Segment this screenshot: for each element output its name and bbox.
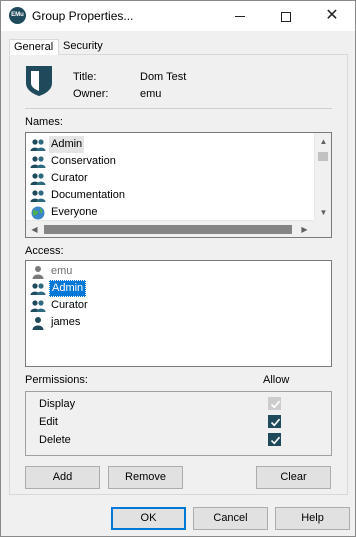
check-icon <box>270 436 281 445</box>
allow-column-header: Allow <box>263 374 290 386</box>
globe-icon <box>31 206 45 220</box>
group-icon <box>30 173 46 185</box>
clear-button[interactable]: Clear <box>256 466 331 489</box>
scroll-right-icon[interactable]: ▶ <box>296 221 313 238</box>
maximize-button[interactable] <box>263 1 309 31</box>
group-icon <box>30 156 46 168</box>
group-icon <box>30 283 46 295</box>
dialog-window: EMu Group Properties... ✕ General Securi… <box>0 0 356 537</box>
group-icon <box>30 300 46 312</box>
close-button[interactable]: ✕ <box>309 1 355 31</box>
names-listbox[interactable]: Admin Conservation Curator Documentation… <box>25 132 332 238</box>
scroll-up-icon[interactable]: ▲ <box>315 133 332 150</box>
delete-allow-checkbox[interactable] <box>268 433 281 446</box>
help-button[interactable]: Help <box>275 507 350 530</box>
list-item-label: emu <box>51 265 73 277</box>
separator <box>25 108 332 109</box>
edit-allow-checkbox[interactable] <box>268 415 281 428</box>
permission-label-display: Display <box>39 398 76 410</box>
maximize-icon <box>281 11 291 22</box>
title-label: Title: <box>73 71 97 83</box>
names-vertical-scrollbar[interactable]: ▲ ▼ <box>314 133 331 221</box>
tab-general[interactable]: General <box>9 39 59 55</box>
ok-button[interactable]: OK <box>111 507 186 530</box>
user-icon <box>32 266 44 279</box>
display-allow-checkbox[interactable] <box>268 397 281 410</box>
access-label: Access: <box>25 245 64 257</box>
list-item-label: Conservation <box>51 155 116 167</box>
cancel-button[interactable]: Cancel <box>193 507 268 530</box>
names-horizontal-scrollbar[interactable]: ◀ ▶ <box>26 220 314 237</box>
scroll-left-icon[interactable]: ◀ <box>26 221 43 238</box>
permission-label-edit: Edit <box>39 416 58 428</box>
remove-button[interactable]: Remove <box>108 466 183 489</box>
group-icon <box>30 139 46 151</box>
scroll-down-icon[interactable]: ▼ <box>315 204 332 221</box>
list-item-label: james <box>51 316 81 328</box>
title-bar: EMu Group Properties... ✕ <box>1 1 355 31</box>
emu-app-icon: EMu <box>9 7 26 24</box>
list-item-label: Admin <box>49 280 87 297</box>
user-icon <box>32 317 44 330</box>
access-listbox[interactable]: emu Admin Curator james <box>25 260 332 367</box>
permissions-label: Permissions: <box>25 374 88 386</box>
minimize-button[interactable] <box>217 1 263 31</box>
scroll-corner <box>314 220 331 237</box>
owner-label: Owner: <box>73 88 109 100</box>
minimize-icon <box>235 16 245 18</box>
check-icon <box>270 400 281 409</box>
window-title: Group Properties... <box>32 9 134 23</box>
list-item-label: Curator <box>51 172 88 184</box>
scroll-thumb[interactable] <box>44 225 292 234</box>
title-value: Dom Test <box>140 71 187 83</box>
names-label: Names: <box>25 116 63 128</box>
group-icon <box>30 190 46 202</box>
close-icon: ✕ <box>325 7 339 24</box>
list-item-label: Curator <box>51 299 88 311</box>
owner-value: emu <box>140 88 162 100</box>
tab-security[interactable]: Security <box>59 39 115 55</box>
list-item-label: Everyone <box>51 206 98 218</box>
check-icon <box>270 418 281 427</box>
add-button[interactable]: Add <box>25 466 100 489</box>
permission-label-delete: Delete <box>39 434 71 446</box>
scroll-thumb[interactable] <box>318 152 328 161</box>
shield-icon <box>26 66 52 96</box>
list-item-label: Admin <box>49 136 85 153</box>
list-item-label: Documentation <box>51 189 125 201</box>
